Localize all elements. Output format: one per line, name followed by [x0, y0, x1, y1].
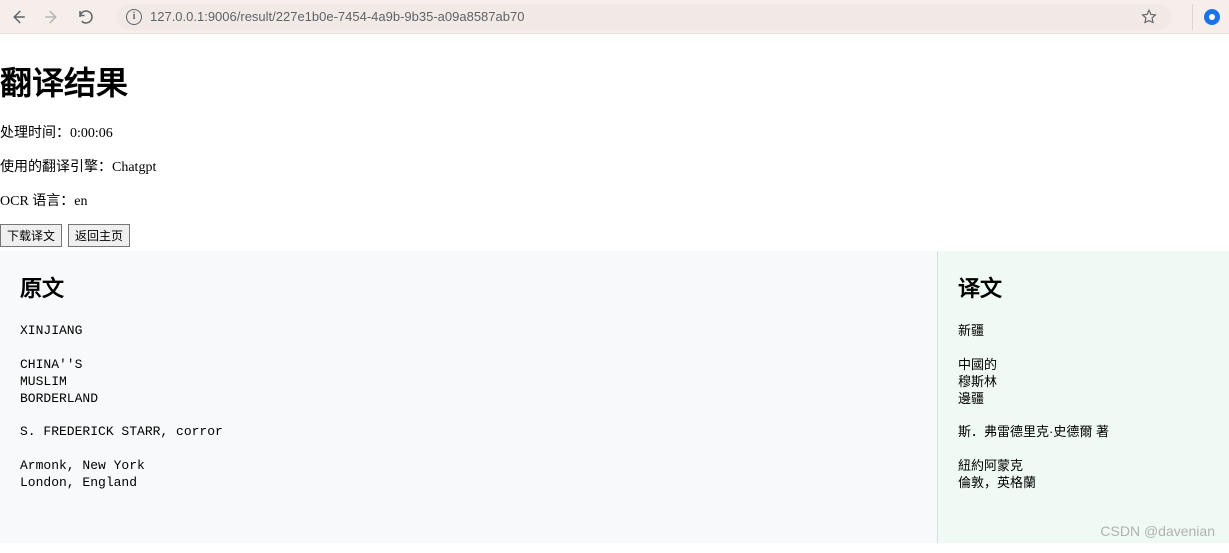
ocr-lang-label: OCR 语言：: [0, 194, 74, 209]
download-button[interactable]: 下载译文: [0, 224, 62, 247]
arrow-right-icon: [43, 8, 61, 26]
page-content: 翻译结果 处理时间：0:00:06 使用的翻译引擎：Chatgpt OCR 语言…: [0, 58, 1229, 543]
process-time-label: 处理时间：: [0, 126, 70, 141]
original-text: XINJIANG CHINA''S MUSLIM BORDERLAND S. F…: [20, 323, 917, 492]
translation-heading: 译文: [958, 271, 1209, 303]
bookmark-star-icon[interactable]: [1140, 8, 1158, 26]
ocr-lang-line: OCR 语言：en: [0, 190, 1229, 210]
translation-text: 新疆 中國的 穆斯林 邊疆 斯．弗雷德里克·史德爾 著 紐約阿蒙克 倫敦，英格蘭: [958, 323, 1209, 492]
extensions-area: [1192, 4, 1221, 30]
original-heading: 原文: [20, 271, 917, 303]
engine-label: 使用的翻译引擎：: [0, 160, 112, 175]
back-button[interactable]: [8, 7, 28, 27]
address-bar[interactable]: i 127.0.0.1:9006/result/227e1b0e-7454-4a…: [116, 4, 1172, 30]
home-button[interactable]: 返回主页: [68, 224, 130, 247]
reload-icon: [77, 8, 95, 26]
arrow-left-icon: [9, 8, 27, 26]
result-panels: 原文 XINJIANG CHINA''S MUSLIM BORDERLAND S…: [0, 251, 1229, 543]
site-info-icon[interactable]: i: [126, 9, 142, 25]
browser-toolbar: i 127.0.0.1:9006/result/227e1b0e-7454-4a…: [0, 0, 1229, 34]
forward-button[interactable]: [42, 7, 62, 27]
url-text: 127.0.0.1:9006/result/227e1b0e-7454-4a9b…: [150, 9, 524, 24]
page-title: 翻译结果: [0, 58, 1229, 104]
translation-panel: 译文 新疆 中國的 穆斯林 邊疆 斯．弗雷德里克·史德爾 著 紐約阿蒙克 倫敦，…: [938, 251, 1229, 543]
ocr-lang-value: en: [74, 194, 87, 209]
extension-icon[interactable]: [1203, 8, 1221, 26]
process-time-value: 0:00:06: [70, 126, 113, 141]
button-row: 下载译文 返回主页: [0, 224, 1229, 247]
process-time-line: 处理时间：0:00:06: [0, 122, 1229, 142]
original-panel: 原文 XINJIANG CHINA''S MUSLIM BORDERLAND S…: [0, 251, 938, 543]
engine-value: Chatgpt: [112, 160, 156, 175]
reload-button[interactable]: [76, 7, 96, 27]
engine-line: 使用的翻译引擎：Chatgpt: [0, 156, 1229, 176]
